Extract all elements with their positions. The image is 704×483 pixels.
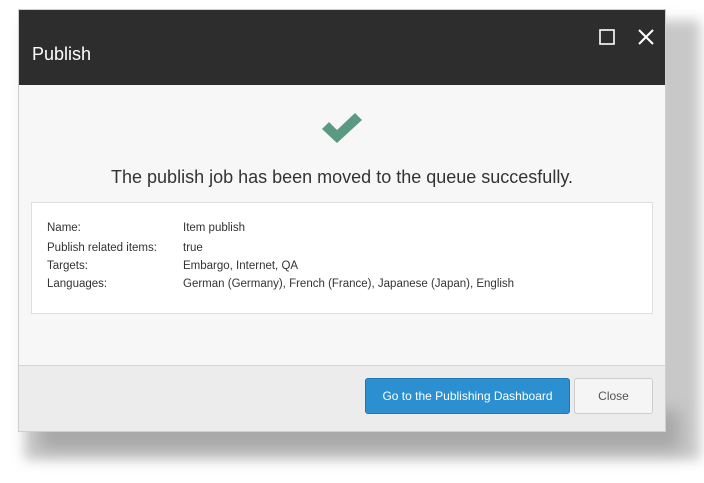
detail-value: true	[183, 242, 203, 254]
publishing-dashboard-button[interactable]: Go to the Publishing Dashboard	[365, 378, 570, 414]
close-window-button[interactable]	[637, 28, 655, 46]
success-message: The publish job has been moved to the qu…	[111, 167, 573, 187]
detail-label: Languages:	[47, 278, 108, 290]
dialog-titlebar: Publish	[19, 10, 665, 85]
detail-row-name: Name: Item publish	[47, 221, 245, 235]
detail-value: Embargo, Internet, QA	[183, 260, 299, 272]
detail-row-targets: Targets: Embargo, Internet, QA	[47, 259, 298, 273]
close-button[interactable]: Close	[574, 378, 653, 414]
publish-dialog: Publish The publish job has been moved t…	[18, 9, 666, 432]
checkmark-icon	[321, 112, 363, 144]
detail-label: Targets:	[47, 260, 88, 272]
publish-details: Name: Item publish Publish related items:…	[31, 202, 653, 314]
dialog-body: The publish job has been moved to the qu…	[19, 85, 665, 365]
detail-row-related-items: Publish related items: true	[47, 241, 203, 255]
maximize-button[interactable]	[599, 29, 615, 45]
screen: Publish The publish job has been moved t…	[0, 0, 704, 483]
detail-label: Publish related items:	[47, 242, 157, 254]
close-icon	[638, 29, 654, 45]
detail-row-languages: Languages: German (Germany), French (Fran…	[47, 277, 514, 291]
dialog-title: Publish	[32, 44, 92, 64]
maximize-icon	[599, 29, 615, 45]
dialog-footer: Go to the Publishing Dashboard Close	[19, 365, 665, 431]
detail-label: Name:	[47, 222, 81, 234]
detail-value: Item publish	[183, 222, 246, 234]
detail-value: German (Germany), French (France), Japan…	[183, 278, 515, 290]
